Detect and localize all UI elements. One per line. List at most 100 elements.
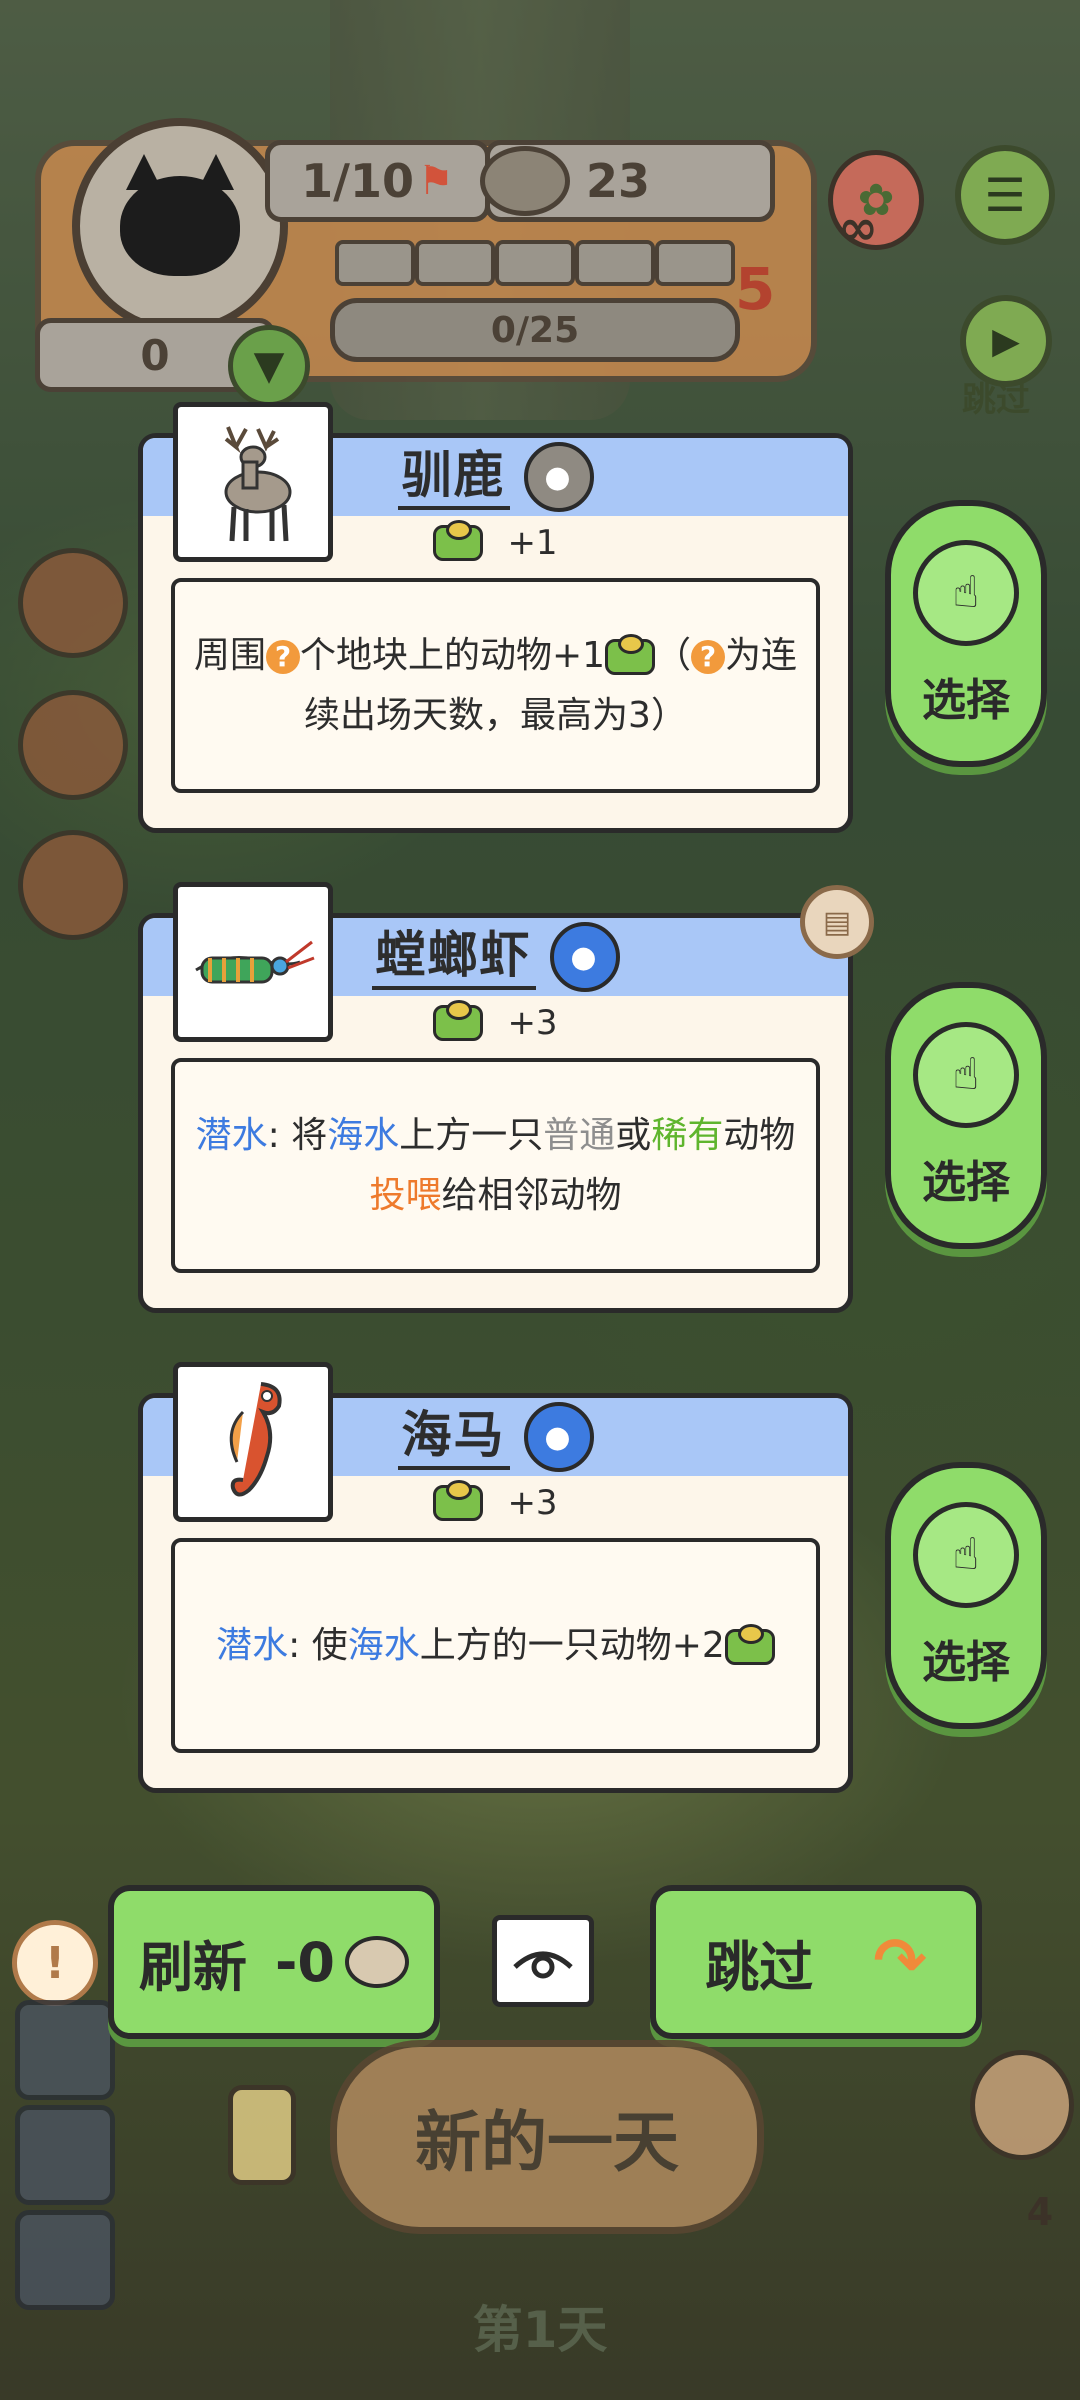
desc-fragment: : 使 bbox=[288, 1624, 348, 1666]
food-icon bbox=[433, 1000, 484, 1041]
progress-segment bbox=[655, 240, 735, 286]
sea-type-icon: ● bbox=[549, 922, 620, 992]
food-stat: +3 bbox=[143, 1480, 848, 1526]
refresh-cost: -0 bbox=[275, 1930, 335, 1994]
card-title: 螳螂虾 bbox=[371, 924, 536, 990]
inventory-slot[interactable] bbox=[15, 2105, 115, 2205]
skip-top-label: 跳过 bbox=[962, 380, 1030, 420]
food-value: +3 bbox=[507, 1003, 558, 1043]
food-icon bbox=[433, 520, 484, 561]
animal-card-mantis-shrimp: 螳螂虾 ● +3 潜水: 将海水上方一只普通或稀有动物投喂给相邻动物 bbox=[138, 882, 853, 1313]
play-icon: ▶ bbox=[992, 320, 1020, 362]
card-description: 潜水: 使海水上方的一只动物+2 bbox=[171, 1538, 820, 1753]
card-description: 潜水: 将海水上方一只普通或稀有动物投喂给相邻动物 bbox=[171, 1058, 820, 1273]
desc-fragment: 上方的一只动物+2 bbox=[419, 1624, 725, 1666]
bird-icon bbox=[970, 2050, 1074, 2160]
progress-segment bbox=[575, 240, 655, 286]
alert-icon[interactable]: ! bbox=[12, 1920, 98, 2006]
hand-pointer-icon: ☝ bbox=[913, 1501, 1019, 1608]
cans-pill: 23 bbox=[480, 140, 775, 222]
eye-toggle-button[interactable] bbox=[492, 1915, 594, 2007]
desc-text: 周围? 个地块上的动物+1 （? 为连续出场天数，最高为3） bbox=[193, 626, 798, 746]
select-label: 选择 bbox=[922, 674, 1010, 726]
level-value: 1/10 bbox=[301, 154, 414, 208]
keyword-green: 稀有 bbox=[651, 1114, 724, 1156]
sea-type-icon: ● bbox=[523, 1402, 594, 1472]
desc-fragment: 给相邻动物 bbox=[441, 1174, 622, 1216]
keyword-orange: 投喂 bbox=[369, 1174, 442, 1216]
food-stat: +3 bbox=[143, 1000, 848, 1046]
hand-pointer-icon: ☝ bbox=[913, 539, 1019, 646]
desc-fragment: 上方一只 bbox=[399, 1114, 544, 1156]
lantern-icon bbox=[228, 2085, 296, 2185]
keyword-blue: 潜水 bbox=[216, 1624, 289, 1666]
heart-down-icon[interactable]: ▼ bbox=[228, 325, 310, 407]
keyword-blue: 海水 bbox=[327, 1114, 400, 1156]
progress-segment bbox=[335, 240, 415, 286]
menu-button[interactable]: ☰ bbox=[955, 145, 1055, 245]
side-slot-eggs-icon bbox=[18, 690, 128, 800]
desc-fragment: 动物 bbox=[723, 1114, 796, 1156]
star-number: 5 bbox=[735, 255, 776, 323]
keyword-blue: 潜水 bbox=[195, 1114, 268, 1156]
day-counter: 第1天 bbox=[472, 2301, 608, 2359]
select-label: 选择 bbox=[922, 1636, 1010, 1688]
corner-count: 4 bbox=[1026, 2190, 1054, 2234]
desc-fragment: 个地块上的动物+1 bbox=[299, 634, 606, 676]
new-day-label: 新的一天 bbox=[415, 2104, 679, 2181]
food-value: +1 bbox=[507, 523, 558, 563]
desc-text: 潜水: 将海水上方一只普通或稀有动物投喂给相邻动物 bbox=[193, 1106, 798, 1226]
desc-fragment: : 将 bbox=[267, 1114, 328, 1156]
select-label: 选择 bbox=[922, 1156, 1010, 1208]
card-description: 周围? 个地块上的动物+1 （? 为连续出场天数，最高为3） bbox=[171, 578, 820, 793]
card-title: 驯鹿 bbox=[397, 444, 510, 510]
food-value: +3 bbox=[507, 1483, 558, 1523]
animal-card-reindeer: 驯鹿 ● +1 周围? 个地块上的动物+1 （? 为连续出场天数，最高为3） bbox=[138, 402, 853, 833]
desc-fragment: 或 bbox=[615, 1114, 652, 1156]
refresh-button[interactable]: 刷新 -0 bbox=[108, 1885, 440, 2039]
flag-icon: ⚑ bbox=[417, 158, 454, 204]
new-day-button[interactable]: 新的一天 bbox=[330, 2040, 764, 2234]
mantis-shrimp-icon bbox=[195, 940, 315, 984]
desc-text: 潜水: 使海水上方的一只动物+2 bbox=[216, 1616, 775, 1676]
progress-value: 0/25 bbox=[490, 309, 580, 351]
food-icon bbox=[605, 633, 656, 675]
infinity-label: ∞ bbox=[838, 200, 878, 256]
keyword-gray: 普通 bbox=[543, 1114, 616, 1156]
food-stat: +1 bbox=[143, 520, 848, 566]
eye-icon bbox=[513, 1951, 573, 1979]
skip-label: 跳过 bbox=[705, 1935, 814, 1999]
food-icon bbox=[724, 1623, 775, 1665]
side-slot-box-icon bbox=[18, 548, 128, 658]
can-icon bbox=[345, 1936, 409, 1988]
counter-value: 0 bbox=[140, 330, 170, 380]
book-icon[interactable]: ▤ bbox=[800, 885, 874, 959]
card-title: 海马 bbox=[397, 1404, 510, 1470]
select-button-seahorse[interactable]: ☝ 选择 bbox=[885, 1462, 1047, 1729]
progress-segment bbox=[415, 240, 495, 286]
keyword-blue: 海水 bbox=[347, 1624, 420, 1666]
animal-card-seahorse: 海马 ● +3 潜水: 使海水上方的一只动物+2 bbox=[138, 1362, 853, 1793]
progress-bar: 0/25 bbox=[330, 298, 740, 362]
side-slot-flower-icon bbox=[18, 830, 128, 940]
question-icon: ? bbox=[265, 639, 300, 674]
desc-fragment: 周围 bbox=[193, 634, 266, 676]
land-type-icon: ● bbox=[523, 442, 594, 512]
cans-value: 23 bbox=[586, 154, 651, 208]
hand-pointer-icon: ☝ bbox=[913, 1021, 1019, 1128]
refresh-label: 刷新 bbox=[139, 1935, 247, 1999]
select-button-reindeer[interactable]: ☝ 选择 bbox=[885, 500, 1047, 767]
question-icon: ? bbox=[691, 639, 726, 674]
black-cat-icon bbox=[120, 154, 240, 276]
undo-arrow-icon: ↷ bbox=[873, 1925, 927, 1999]
can-icon bbox=[480, 146, 570, 216]
menu-icon: ☰ bbox=[984, 168, 1026, 222]
skip-button[interactable]: 跳过 ↷ bbox=[650, 1885, 982, 2039]
select-button-mantis-shrimp[interactable]: ☝ 选择 bbox=[885, 982, 1047, 1249]
player-avatar[interactable] bbox=[72, 118, 288, 334]
level-pill: 1/10 ⚑ bbox=[265, 140, 490, 222]
inventory-slot[interactable] bbox=[15, 2000, 115, 2100]
desc-fragment: （ bbox=[655, 634, 692, 676]
progress-segment bbox=[495, 240, 575, 286]
food-icon bbox=[433, 1480, 484, 1521]
